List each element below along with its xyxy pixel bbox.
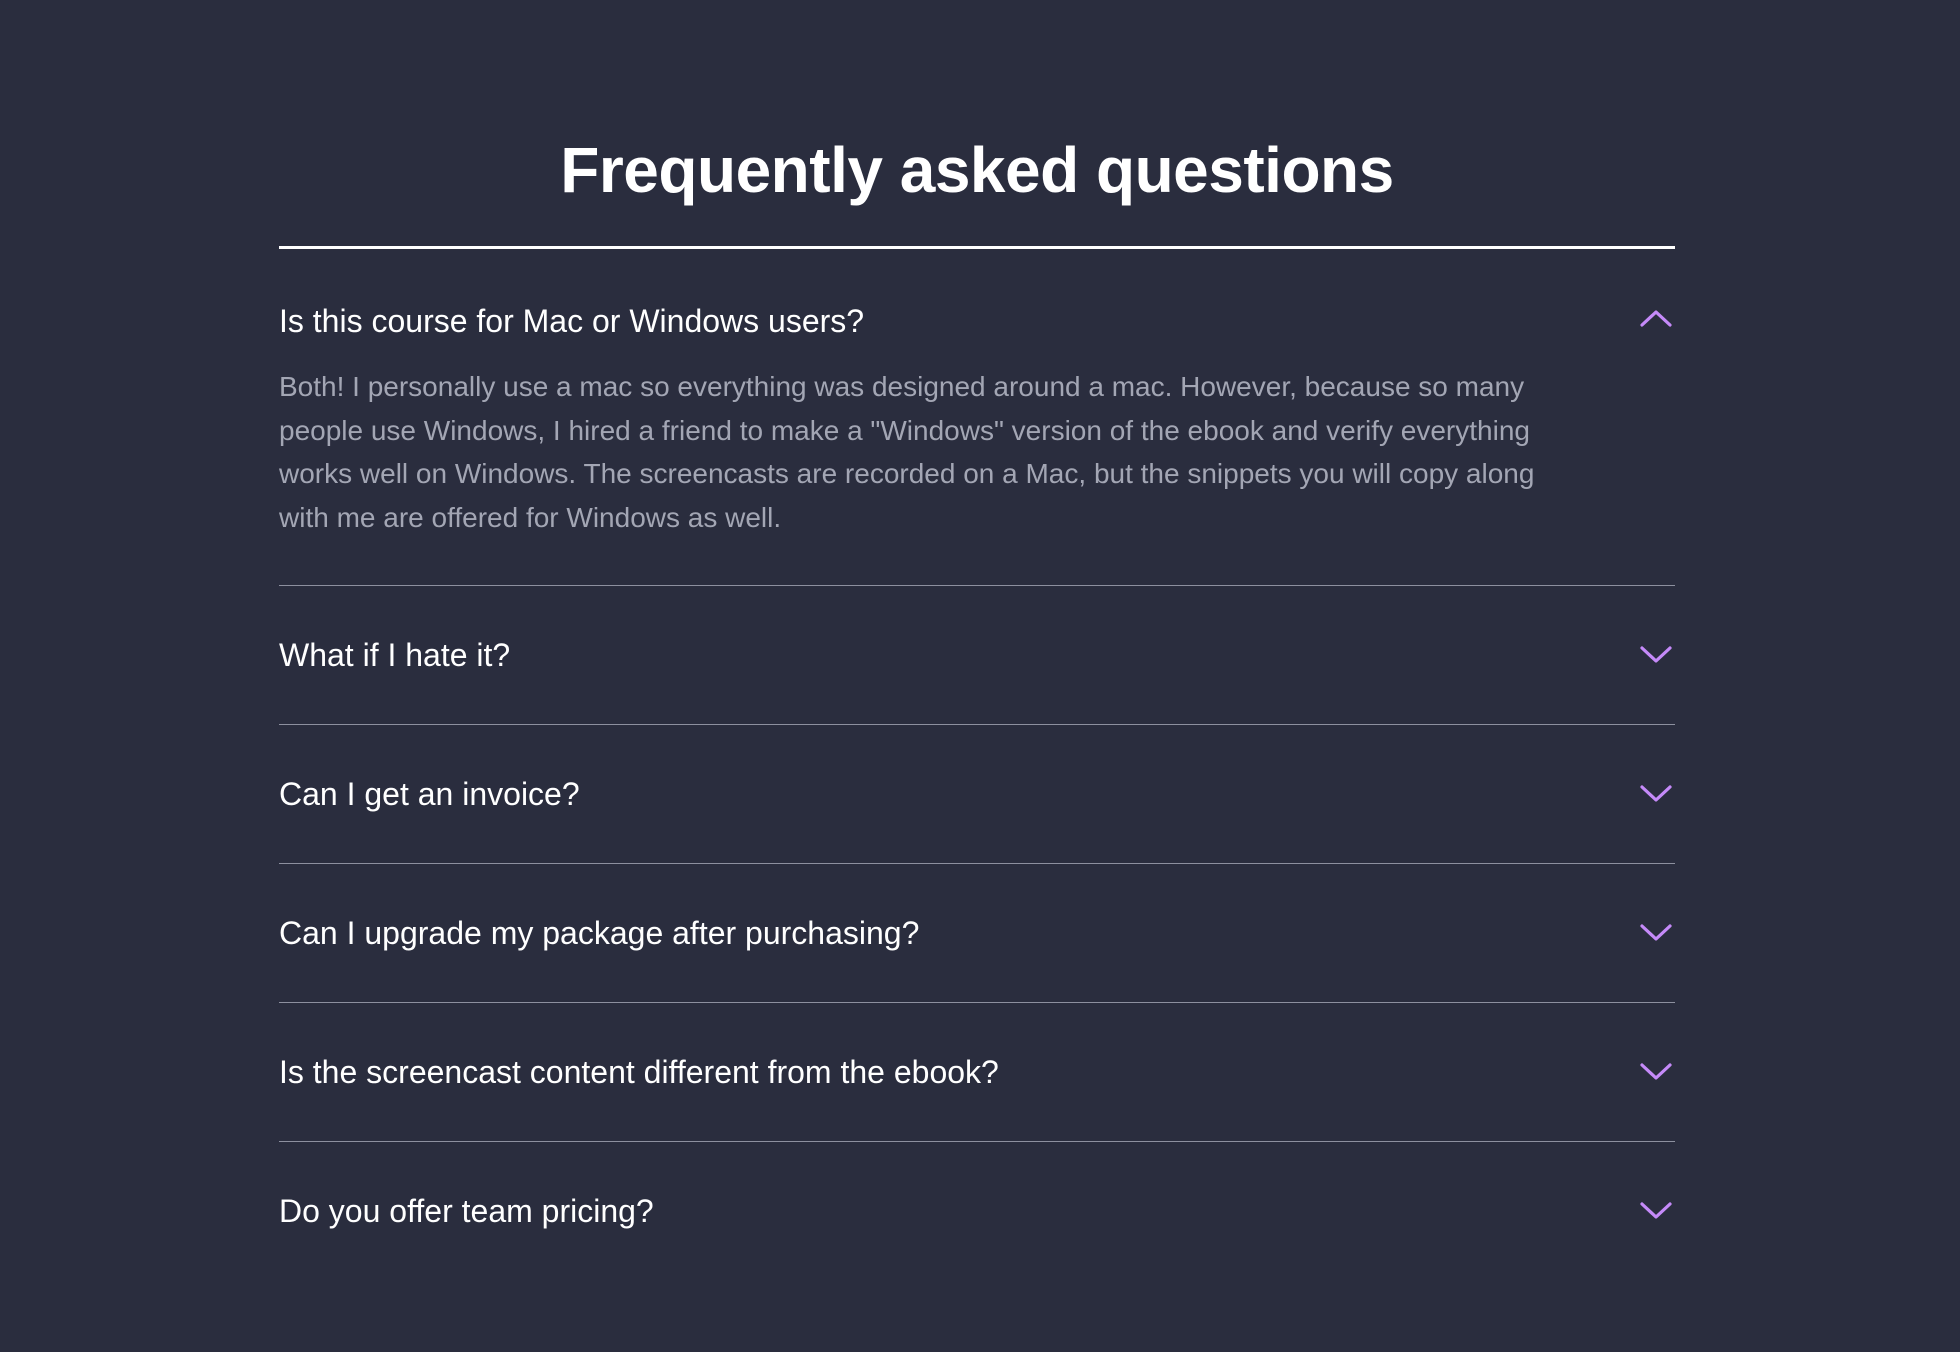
faq-answer-text: Both! I personally use a mac so everythi… [279,371,1535,533]
chevron-down-icon[interactable] [1639,638,1673,672]
page-title: Frequently asked questions [560,134,1394,206]
faq-question-text: Is the screencast content different from… [279,1054,999,1090]
faq-item: Is the screencast content different from… [279,1003,1675,1142]
chevron-down-icon[interactable] [1639,916,1673,950]
faq-item: Do you offer team pricing? [279,1142,1675,1280]
faq-question-text: Can I upgrade my package after purchasin… [279,915,920,951]
faq-question-button[interactable]: Can I upgrade my package after purchasin… [279,864,1675,1002]
chevron-up-icon[interactable] [1639,301,1673,335]
faq-question-button[interactable]: Can I get an invoice? [279,725,1675,863]
faq-question-button[interactable]: What if I hate it? [279,586,1675,724]
faq-item: What if I hate it? [279,586,1675,725]
faq-list: Is this course for Mac or Windows users?… [279,246,1675,1280]
chevron-down-icon[interactable] [1639,1194,1673,1228]
faq-question-text: Is this course for Mac or Windows users? [279,303,865,339]
chevron-down-icon[interactable] [1639,1055,1673,1089]
faq-question-text: Do you offer team pricing? [279,1193,654,1229]
faq-question-button[interactable]: Do you offer team pricing? [279,1142,1675,1280]
faq-item: Can I upgrade my package after purchasin… [279,864,1675,1003]
chevron-down-icon[interactable] [1639,777,1673,811]
faq-item: Is this course for Mac or Windows users?… [279,249,1675,586]
faq-question-button[interactable]: Is the screencast content different from… [279,1003,1675,1141]
faq-question-text: What if I hate it? [279,637,511,673]
faq-question-text: Can I get an invoice? [279,776,580,812]
faq-item: Can I get an invoice? [279,725,1675,864]
